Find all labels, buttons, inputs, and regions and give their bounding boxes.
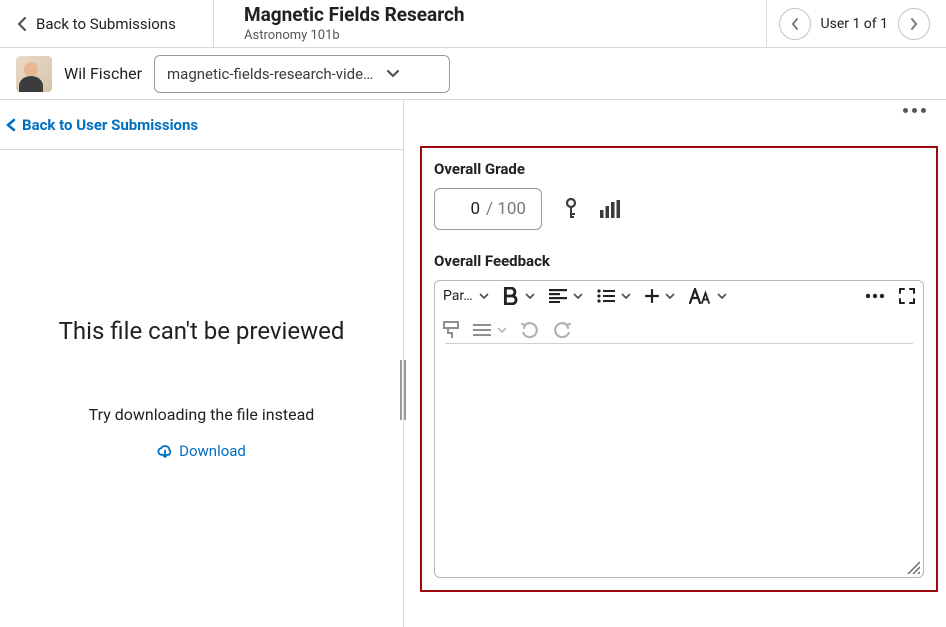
grading-panel: Overall Grade / 100 bbox=[420, 146, 938, 592]
paragraph-label: Par… bbox=[443, 288, 473, 304]
chevron-down-icon bbox=[717, 293, 727, 299]
chevron-down-icon bbox=[573, 293, 583, 299]
preview-area: This file can't be previewed Try downloa… bbox=[0, 150, 403, 627]
chevron-down-icon bbox=[525, 293, 535, 299]
chevron-down-icon bbox=[621, 293, 631, 299]
align-dropdown[interactable] bbox=[549, 289, 583, 303]
next-user-button[interactable] bbox=[898, 8, 930, 40]
redo-icon bbox=[553, 322, 571, 338]
editor-toolbar: Par… bbox=[435, 281, 923, 343]
chevron-down-icon bbox=[665, 293, 675, 299]
course-name: Astronomy 101b bbox=[244, 28, 766, 43]
back-label: Back to Submissions bbox=[36, 15, 176, 33]
chevron-left-icon bbox=[18, 17, 26, 31]
line-spacing-icon bbox=[473, 324, 491, 336]
plus-icon bbox=[645, 289, 659, 303]
overall-grade-label: Overall Grade bbox=[434, 160, 924, 178]
grade-stats-button[interactable] bbox=[600, 200, 620, 218]
grade-input[interactable] bbox=[450, 199, 480, 219]
expand-icon bbox=[899, 288, 915, 304]
redo-button[interactable] bbox=[553, 322, 571, 338]
dots-icon bbox=[903, 108, 908, 113]
more-actions-button[interactable] bbox=[903, 108, 926, 113]
back-to-user-submissions-link[interactable]: Back to User Submissions bbox=[0, 100, 403, 150]
file-select-text: magnetic-fields-research-vide… bbox=[167, 65, 373, 83]
bold-dropdown[interactable] bbox=[503, 287, 535, 305]
bold-icon bbox=[503, 287, 519, 305]
undo-button[interactable] bbox=[521, 322, 539, 338]
user-counter: User 1 of 1 bbox=[821, 16, 888, 32]
rubric-key-button[interactable] bbox=[564, 198, 578, 220]
chevron-down-icon bbox=[387, 70, 399, 78]
grade-input-box[interactable]: / 100 bbox=[434, 188, 542, 230]
user-name: Wil Fischer bbox=[64, 64, 142, 83]
chevron-down-icon bbox=[497, 327, 507, 333]
feedback-textarea[interactable] bbox=[445, 352, 913, 569]
font-dropdown[interactable] bbox=[689, 288, 727, 304]
chevron-down-icon bbox=[479, 293, 489, 299]
assignment-title: Magnetic Fields Research bbox=[244, 4, 766, 27]
bar-chart-icon bbox=[600, 200, 620, 218]
chevron-left-icon bbox=[790, 17, 800, 31]
more-toolbar-button[interactable] bbox=[865, 293, 885, 299]
align-left-icon bbox=[549, 289, 567, 303]
undo-icon bbox=[521, 322, 539, 338]
list-dropdown[interactable] bbox=[597, 289, 631, 303]
insert-dropdown[interactable] bbox=[645, 289, 675, 303]
download-label: Download bbox=[179, 442, 246, 460]
download-cloud-icon bbox=[157, 443, 173, 459]
download-link[interactable]: Download bbox=[157, 442, 246, 460]
feedback-editor: Par… bbox=[434, 280, 924, 578]
back-user-sub-label: Back to User Submissions bbox=[22, 116, 198, 134]
avatar bbox=[16, 56, 52, 92]
fullscreen-button[interactable] bbox=[899, 288, 915, 304]
bullet-list-icon bbox=[597, 289, 615, 303]
preview-error-title: This file can't be previewed bbox=[59, 317, 345, 345]
prev-user-button[interactable] bbox=[779, 8, 811, 40]
back-to-submissions-link[interactable]: Back to Submissions bbox=[0, 0, 214, 47]
file-select-dropdown[interactable]: magnetic-fields-research-vide… bbox=[154, 55, 450, 93]
overall-feedback-label: Overall Feedback bbox=[434, 252, 924, 270]
grade-denominator: / 100 bbox=[486, 199, 526, 219]
assignment-title-block: Magnetic Fields Research Astronomy 101b bbox=[214, 0, 766, 47]
font-icon bbox=[689, 288, 711, 304]
resize-handle-icon[interactable] bbox=[906, 560, 920, 574]
chevron-left-icon bbox=[6, 118, 16, 132]
key-icon bbox=[564, 198, 578, 220]
dots-icon bbox=[865, 293, 885, 299]
line-spacing-dropdown[interactable] bbox=[473, 324, 507, 336]
preview-error-subtext: Try downloading the file instead bbox=[89, 405, 315, 424]
paragraph-style-dropdown[interactable]: Par… bbox=[443, 288, 489, 304]
format-painter-button[interactable] bbox=[443, 321, 459, 339]
chevron-right-icon bbox=[909, 17, 919, 31]
format-painter-icon bbox=[443, 321, 459, 339]
